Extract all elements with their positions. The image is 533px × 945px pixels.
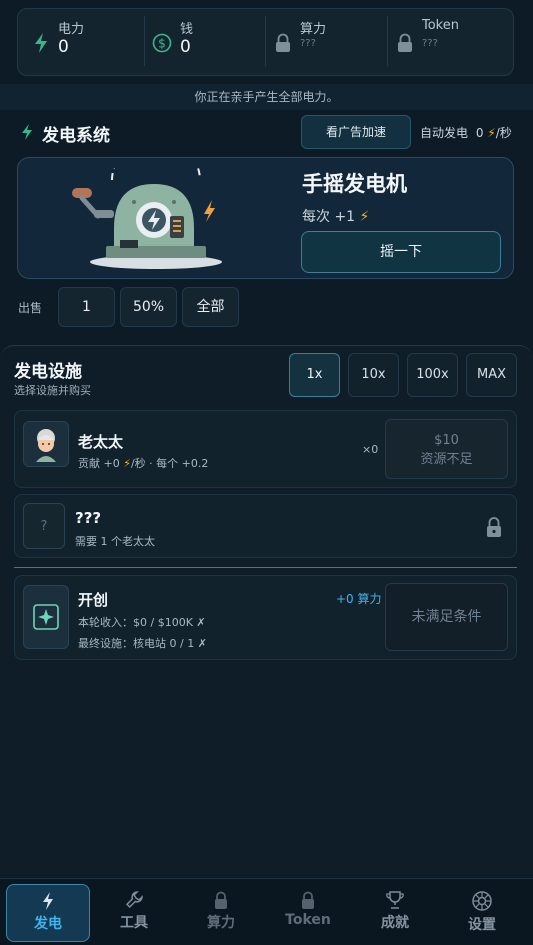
stat-value: ??? bbox=[300, 38, 316, 49]
per-click-text: 每次 +1 bbox=[302, 209, 356, 225]
auto-label: 自动发电 bbox=[420, 126, 469, 140]
nav-tab-tools[interactable]: 工具 bbox=[92, 884, 176, 942]
watch-ad-boost-button[interactable]: 看广告加速 bbox=[301, 115, 411, 149]
status-banner: 你正在亲手产生全部电力。 bbox=[0, 84, 533, 110]
lock-icon bbox=[215, 891, 227, 909]
auto-unit: /秒 bbox=[495, 126, 512, 140]
section-title: 发电系统 bbox=[42, 126, 110, 146]
lock-icon bbox=[398, 33, 412, 52]
stat-electricity: 电力 0 bbox=[30, 18, 140, 68]
pioneer-bonus: +0 算力 bbox=[336, 592, 382, 606]
stat-compute: 算力 ??? bbox=[272, 18, 382, 68]
stat-label: Token bbox=[422, 18, 459, 33]
nav-tab-settings[interactable]: 设置 bbox=[440, 884, 524, 942]
lightning-icon bbox=[22, 124, 32, 140]
lock-icon bbox=[487, 517, 501, 537]
pioneer-facility-requirement: 最终设施：核电站 0 / 1 ✗ bbox=[78, 637, 207, 650]
buy-grandma-button[interactable]: $10 资源不足 bbox=[385, 419, 508, 479]
multiplier-max-button[interactable]: MAX bbox=[466, 353, 517, 397]
multiplier-1x-button[interactable]: 1x bbox=[289, 353, 340, 397]
stat-label: 电力 bbox=[58, 22, 85, 37]
dollar-coin-icon: $ bbox=[152, 33, 172, 53]
wrench-icon bbox=[125, 891, 143, 909]
stat-value: 0 bbox=[58, 37, 69, 57]
lock-icon bbox=[302, 891, 314, 909]
divider bbox=[387, 16, 388, 66]
grandma-icon bbox=[36, 429, 56, 462]
sell-1-button[interactable]: 1 bbox=[58, 287, 115, 327]
grandma-avatar bbox=[23, 421, 69, 467]
sell-label: 出售 bbox=[18, 301, 43, 315]
nav-label: 工具 bbox=[120, 915, 148, 931]
svg-text:$: $ bbox=[158, 37, 166, 51]
multiplier-10x-button[interactable]: 10x bbox=[348, 353, 399, 397]
lightning-icon: ⚡ bbox=[487, 126, 496, 140]
stat-label: 钱 bbox=[180, 22, 194, 37]
price-label: $10 bbox=[434, 433, 459, 448]
facility-name: ??? bbox=[75, 509, 102, 527]
stat-token: Token ??? bbox=[394, 18, 504, 68]
nav-tab-power[interactable]: 发电 bbox=[6, 884, 90, 942]
divider bbox=[144, 16, 145, 66]
facility-requirement: 需要 1 个老太太 bbox=[75, 535, 155, 548]
nav-tab-achievements[interactable]: 成就 bbox=[353, 884, 437, 942]
lock-icon bbox=[276, 33, 290, 52]
divider bbox=[265, 16, 266, 66]
pioneer-income-requirement: 本轮收入：$0 / $100K ✗ bbox=[78, 616, 206, 629]
generator-per-click: 每次 +1 ⚡ bbox=[302, 206, 369, 226]
gear-icon bbox=[472, 891, 492, 911]
nav-tab-token[interactable]: Token bbox=[266, 884, 350, 942]
lightning-icon: ⚡ bbox=[123, 457, 131, 470]
nav-label: 算力 bbox=[207, 915, 235, 931]
pioneer-name: 开创 bbox=[78, 591, 109, 609]
question-mark-icon: ? bbox=[40, 519, 48, 534]
facilities-title: 发电设施 bbox=[14, 362, 82, 382]
nav-label: 设置 bbox=[468, 917, 496, 933]
stat-value: 0 bbox=[180, 37, 191, 57]
insufficient-resources-label: 资源不足 bbox=[420, 452, 473, 467]
facilities-subtitle: 选择设施并购买 bbox=[14, 384, 91, 397]
contribution-suffix: /秒 · 每个 +0.2 bbox=[130, 457, 209, 470]
lightning-icon bbox=[43, 892, 53, 910]
multiplier-100x-button[interactable]: 100x bbox=[407, 353, 458, 397]
facility-count: ×0 bbox=[362, 443, 379, 456]
sell-all-button[interactable]: 全部 bbox=[182, 287, 239, 327]
auto-value: 0 bbox=[475, 126, 484, 140]
hand-crank-generator-illustration bbox=[72, 168, 222, 269]
facility-name: 老太太 bbox=[78, 433, 124, 451]
crank-button[interactable]: 摇一下 bbox=[301, 231, 501, 273]
compass-star-icon bbox=[33, 604, 59, 630]
facility-contribution: 贡献 +0 ⚡/秒 · 每个 +0.2 bbox=[78, 455, 208, 471]
nav-label: 成就 bbox=[381, 915, 409, 931]
nav-label: Token bbox=[285, 912, 331, 928]
stat-label: 算力 bbox=[300, 22, 327, 37]
divider bbox=[14, 567, 517, 568]
stat-value: ??? bbox=[422, 38, 438, 49]
sell-50-percent-button[interactable]: 50% bbox=[120, 287, 177, 327]
trophy-icon bbox=[386, 891, 404, 909]
pioneer-avatar bbox=[23, 585, 69, 649]
stat-money: $ 钱 0 bbox=[150, 18, 260, 68]
lightning-icon bbox=[35, 33, 47, 53]
generator-name: 手摇发电机 bbox=[302, 172, 407, 196]
auto-generation-rate: 自动发电 0 ⚡/秒 bbox=[420, 124, 512, 141]
locked-facility-avatar: ? bbox=[23, 503, 65, 549]
nav-tab-compute[interactable]: 算力 bbox=[179, 884, 263, 942]
nav-label: 发电 bbox=[34, 916, 62, 932]
contribution-prefix: 贡献 +0 bbox=[78, 457, 120, 470]
pioneer-action-button[interactable]: 未满足条件 bbox=[385, 583, 508, 651]
lightning-icon: ⚡ bbox=[359, 209, 370, 225]
